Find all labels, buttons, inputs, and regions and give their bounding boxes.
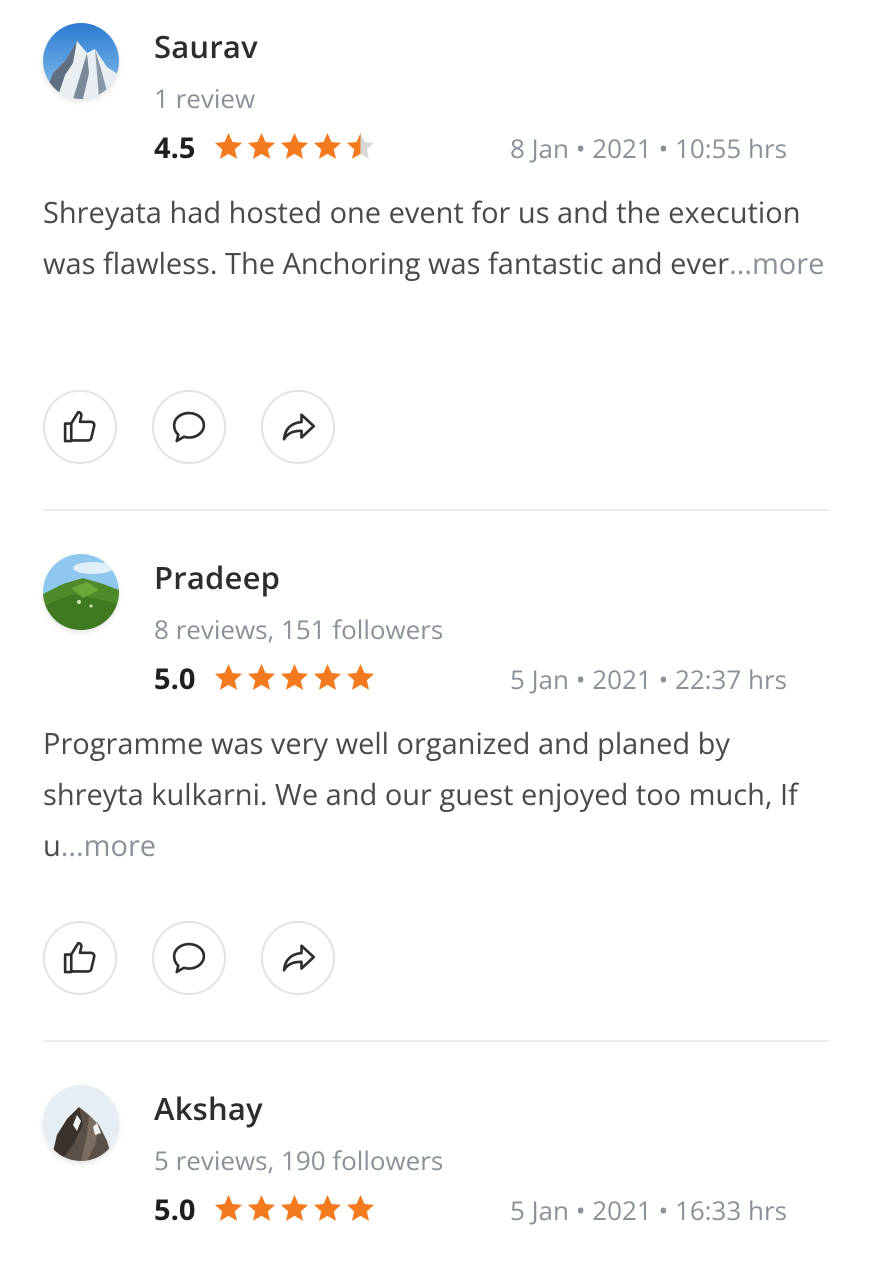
review-text: Programme was very well organized and pl… [43, 718, 833, 871]
star-icon [280, 664, 309, 690]
star-icon [346, 1195, 375, 1221]
star-icon [313, 133, 342, 159]
star-icon [280, 133, 309, 159]
share-button[interactable] [261, 921, 335, 995]
star-icon [346, 133, 375, 159]
more-link[interactable]: ...more [61, 826, 156, 865]
reviewer-name[interactable]: Saurav [154, 26, 258, 68]
review-text-content: Shreyata had hosted one event for us and… [43, 193, 801, 283]
like-button[interactable] [43, 921, 117, 995]
divider [43, 509, 830, 511]
review-date: 5 Jan • 2021 • 16:33 hrs [509, 1192, 787, 1228]
review-actions [43, 390, 335, 464]
rating-value: 4.5 [154, 128, 196, 167]
comment-button[interactable] [152, 921, 226, 995]
share-icon [282, 413, 316, 441]
avatar[interactable] [43, 554, 119, 630]
comment-icon [172, 411, 206, 443]
star-rating [212, 1192, 377, 1225]
star-icon [247, 664, 276, 690]
star-icon [214, 133, 243, 159]
thumbs-up-icon [63, 941, 96, 974]
star-icon [280, 1195, 309, 1221]
review-text: Shreyata had hosted one event for us and… [43, 187, 833, 289]
star-rating [212, 661, 377, 694]
share-button[interactable] [261, 390, 335, 464]
divider [43, 1040, 830, 1042]
star-icon [313, 1195, 342, 1221]
comment-button[interactable] [152, 390, 226, 464]
reviewer-name[interactable]: Pradeep [154, 557, 280, 599]
review-date: 8 Jan • 2021 • 10:55 hrs [509, 130, 787, 166]
star-icon [214, 1195, 243, 1221]
star-icon [247, 133, 276, 159]
star-rating [212, 130, 377, 163]
star-icon [313, 664, 342, 690]
star-icon [214, 664, 243, 690]
star-icon [346, 664, 375, 690]
share-icon [282, 944, 316, 972]
star-icon [247, 1195, 276, 1221]
avatar[interactable] [43, 1085, 119, 1161]
review-date: 5 Jan • 2021 • 22:37 hrs [509, 661, 787, 697]
rating-value: 5.0 [154, 1190, 196, 1229]
thumbs-up-icon [63, 410, 96, 443]
reviewer-meta: 1 review [154, 80, 256, 116]
reviewer-meta: 5 reviews, 190 followers [154, 1142, 444, 1178]
reviewer-name[interactable]: Akshay [154, 1088, 263, 1130]
reviewer-meta: 8 reviews, 151 followers [154, 611, 444, 647]
avatar[interactable] [43, 23, 119, 99]
like-button[interactable] [43, 390, 117, 464]
rating-value: 5.0 [154, 659, 196, 698]
more-link[interactable]: ...more [729, 244, 824, 283]
review-text-content: Programme was very well organized and pl… [43, 724, 798, 865]
review-actions [43, 921, 335, 995]
comment-icon [172, 942, 206, 974]
